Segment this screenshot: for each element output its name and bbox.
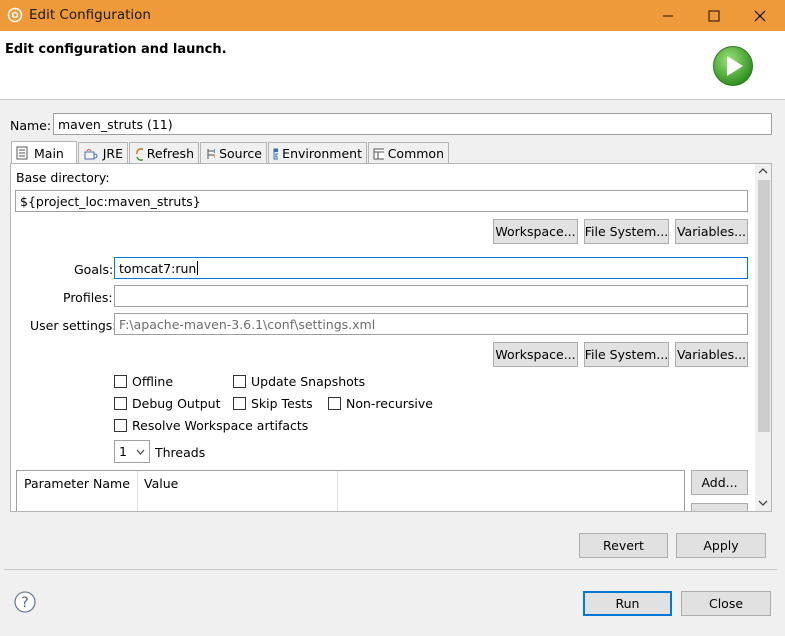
tab-common[interactable]: Common [368, 142, 449, 164]
revert-button[interactable]: Revert [579, 533, 668, 558]
update-snapshots-checkbox[interactable]: Update Snapshots [233, 374, 365, 389]
close-button[interactable]: Close [681, 591, 771, 616]
settings-workspace-button[interactable]: Workspace... [493, 342, 578, 367]
threads-label: Threads [155, 445, 206, 460]
profiles-field[interactable] [114, 285, 748, 307]
name-field[interactable]: maven_struts (11) [53, 113, 772, 135]
maximize-button[interactable] [691, 0, 737, 31]
name-label: Name: [10, 118, 52, 133]
tab-source-label: Source [219, 146, 262, 161]
skip-tests-checkbox[interactable]: Skip Tests [233, 396, 313, 411]
tab-jre[interactable]: JRE [78, 142, 128, 164]
threads-select[interactable]: 1 [114, 440, 150, 463]
edit-parameter-button[interactable] [691, 503, 748, 511]
user-settings-field[interactable]: F:\apache-maven-3.6.1\conf\settings.xml [114, 313, 748, 335]
tab-refresh-label: Refresh [146, 146, 194, 161]
column-divider [337, 471, 338, 511]
run-launch-icon [713, 46, 753, 86]
settings-file-system-button[interactable]: File System... [584, 342, 669, 367]
base-directory-label: Base directory: [16, 170, 110, 185]
checkbox-box[interactable] [328, 397, 341, 410]
maximize-icon [708, 10, 720, 21]
goals-field[interactable]: tomcat7:run [114, 257, 748, 279]
base-variables-button[interactable]: Variables... [675, 219, 748, 244]
window-title: Edit Configuration [29, 7, 151, 23]
base-directory-field[interactable]: ${project_loc:maven_struts} [15, 190, 748, 212]
non-recursive-label: Non-recursive [346, 396, 433, 411]
tab-environment-label: Environment [282, 146, 362, 161]
tab-common-label: Common [387, 146, 444, 161]
minimize-button[interactable] [645, 0, 691, 31]
close-window-button[interactable] [737, 0, 783, 31]
debug-output-label: Debug Output [132, 396, 221, 411]
help-icon[interactable]: ? [14, 591, 36, 613]
param-name-header[interactable]: Parameter Name [24, 476, 130, 491]
offline-checkbox[interactable]: Offline [114, 374, 173, 389]
tab-main[interactable]: Main [11, 141, 77, 164]
settings-variables-button[interactable]: Variables... [675, 342, 748, 367]
common-icon [373, 148, 384, 159]
offline-label: Offline [132, 374, 174, 389]
checkbox-box[interactable] [233, 375, 246, 388]
update-snapshots-label: Update Snapshots [251, 374, 366, 389]
chevron-down-icon [136, 449, 145, 455]
column-divider [137, 471, 138, 511]
svg-text:?: ? [21, 595, 28, 611]
base-workspace-button[interactable]: Workspace... [493, 219, 578, 244]
close-icon [754, 10, 766, 21]
main-tab-icon [16, 146, 28, 160]
threads-value: 1 [119, 444, 127, 459]
scroll-down-icon[interactable] [758, 499, 768, 507]
resolve-workspace-label: Resolve Workspace artifacts [132, 418, 309, 433]
tab-main-label: Main [34, 145, 64, 161]
scroll-up-icon[interactable] [758, 167, 768, 175]
base-file-system-button[interactable]: File System... [584, 219, 669, 244]
tab-source[interactable]: Source [200, 142, 267, 164]
debug-output-checkbox[interactable]: Debug Output [114, 396, 221, 411]
text-cursor [197, 261, 199, 275]
checkbox-box[interactable] [114, 419, 127, 432]
skip-tests-label: Skip Tests [251, 396, 313, 411]
resolve-workspace-checkbox[interactable]: Resolve Workspace artifacts [114, 418, 308, 433]
checkbox-box[interactable] [114, 397, 127, 410]
goals-value: tomcat7:run [119, 260, 197, 276]
tab-environment[interactable]: Environment [268, 142, 367, 164]
jre-icon [84, 148, 98, 159]
footer-divider [4, 569, 777, 570]
run-button[interactable]: Run [583, 591, 672, 616]
goals-label: Goals: [74, 262, 114, 277]
dialog-header-text: Edit configuration and launch. [5, 42, 227, 57]
user-settings-label: User settings: [30, 318, 117, 333]
scrollbar-thumb[interactable] [758, 180, 770, 432]
non-recursive-checkbox[interactable]: Non-recursive [328, 396, 433, 411]
tab-jre-label: JRE [102, 146, 123, 161]
source-icon [207, 148, 216, 159]
refresh-icon [136, 147, 143, 161]
checkbox-box[interactable] [233, 397, 246, 410]
profiles-label: Profiles: [63, 290, 113, 305]
add-parameter-button[interactable]: Add... [691, 470, 748, 495]
param-value-header[interactable]: Value [144, 476, 178, 491]
apply-button[interactable]: Apply [676, 533, 766, 558]
environment-icon [273, 148, 279, 159]
tab-refresh[interactable]: Refresh [129, 142, 199, 164]
minimize-icon [663, 15, 673, 16]
gear-icon [7, 7, 23, 23]
checkbox-box[interactable] [114, 375, 127, 388]
